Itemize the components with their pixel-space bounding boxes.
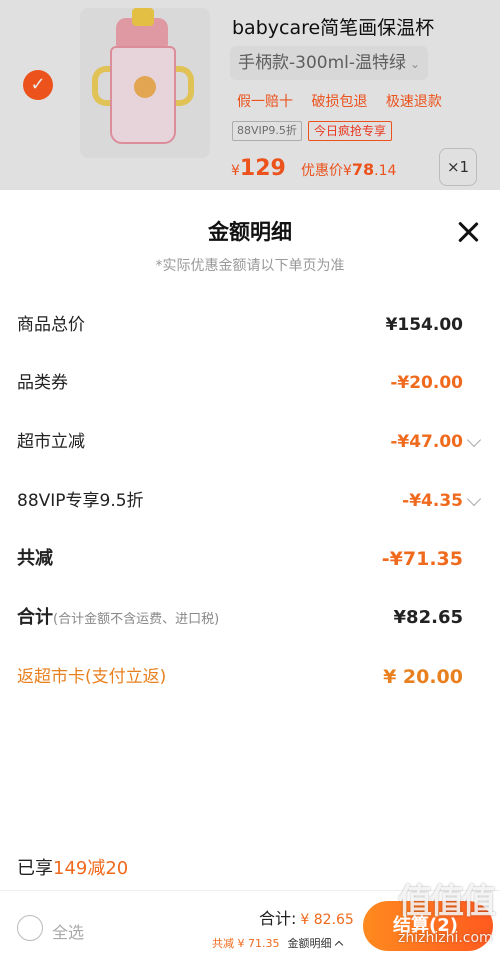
total-reduction-amount: -¥71.35 [381,548,463,570]
row-vip-discount[interactable]: 88VIP专享9.5折 -¥4.35 [0,481,500,521]
row-goods-total: 商品总价 ¥154.00 [0,305,500,345]
row-refund: 返超市卡(支付立返) ¥ 20.00 [0,657,500,697]
row-sum: 合计(合计金额不含运费、进口税) ¥82.65 [0,598,500,638]
site-watermark: 值值值 zhizhizhi.com [398,874,498,963]
sheet-title: 金额明细 [208,220,292,244]
enjoyed-promotion: 已享149减20 [17,854,128,880]
row-amount: -¥20.00 [390,373,463,393]
enjoy-value: 149减20 [53,858,129,879]
row-category-coupon: 品类券 -¥20.00 [0,363,500,403]
close-icon[interactable] [456,220,480,244]
row-amount: -¥4.35 [402,491,463,511]
chevron-down-icon[interactable] [466,491,482,507]
row-label: 88VIP专享9.5折 [17,491,144,511]
bar-subline[interactable]: 共减 ¥ 71.35 金额明细 [212,935,344,951]
watermark-glyphs: 值值值 [398,882,496,922]
watermark-site: zhizhizhi.com [398,930,493,946]
bar-reduction: 共减 ¥ 71.35 [212,937,280,950]
row-label: 超市立减 [17,432,85,452]
bar-total: 合计: ¥ 82.65 [259,905,354,929]
row-label: 品类券 [17,373,68,393]
select-all-checkbox[interactable] [17,915,43,941]
refund-amount: ¥ 20.00 [383,666,463,688]
row-label: 商品总价 [17,315,85,335]
modal-backdrop[interactable] [0,0,500,190]
price-detail-toggle[interactable]: 金额明细 [287,937,331,950]
sheet-disclaimer: *实际优惠金额请以下单页为准 [155,258,345,274]
price-detail-sheet: 金额明细 *实际优惠金额请以下单页为准 商品总价 ¥154.00 品类券 -¥2… [0,190,500,890]
row-supermarket-discount[interactable]: 超市立减 -¥47.00 [0,422,500,462]
sum-amount: ¥82.65 [393,607,463,628]
row-amount: ¥154.00 [385,315,463,335]
bar-total-label: 合计: [259,909,297,928]
row-amount: -¥47.00 [390,432,463,452]
sum-label: 合计 [17,607,53,628]
refund-label: 返超市卡(支付立返) [17,667,167,687]
select-all-label[interactable]: 全选 [52,919,84,943]
total-reduction-label: 共减 [17,548,53,569]
bar-total-value: ¥ 82.65 [300,912,354,928]
cart-item-card[interactable]: ✓ babycare简笔画保温杯 手柄款-300ml-温特绿 ⌄ 假一赔十 破损包… [0,0,500,190]
enjoy-prefix: 已享 [17,858,53,879]
chevron-up-icon[interactable] [335,940,344,950]
sum-label-wrap: 合计(合计金额不含运费、进口税) [17,598,219,640]
row-total-reduction: 共减 -¥71.35 [0,539,500,579]
chevron-down-icon[interactable] [466,432,482,448]
sum-note: (合计金额不含运费、进口税) [53,612,220,627]
